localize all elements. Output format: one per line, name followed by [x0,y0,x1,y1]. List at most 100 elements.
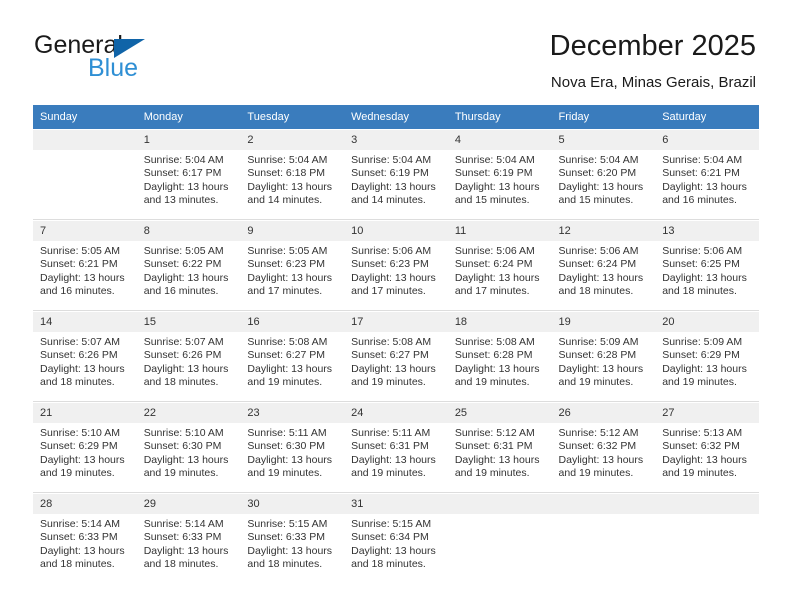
day-sun-info: Sunrise: 5:09 AM Sunset: 6:28 PM Daylight:… [552,332,656,390]
sunset-time: Sunset: 6:30 PM [247,440,326,453]
calendar-day-cell[interactable]: 24 Sunrise: 5:11 AM Sunset: 6:31 PM Dayligh… [344,401,448,493]
calendar-day-cell[interactable]: 28 Sunrise: 5:14 AM Sunset: 6:33 PM Dayligh… [33,492,137,583]
calendar-day-cell[interactable]: 15 Sunrise: 5:07 AM Sunset: 6:26 PM Dayligh… [136,310,241,402]
sunrise-time: Sunrise: 5:08 AM [351,336,432,348]
calendar-day-cell[interactable]: 18 Sunrise: 5:08 AM Sunset: 6:28 PM Dayligh… [447,310,552,402]
calendar-day-cell[interactable]: 7 Sunrise: 5:05 AM Sunset: 6:21 PM Daylight… [33,219,137,311]
day-number: 29 [136,493,241,514]
day-number: 13 [655,220,759,241]
day-sun-info: Sunrise: 5:08 AM Sunset: 6:27 PM Daylight:… [240,332,344,390]
sunrise-sunset-calendar: Sunday Monday Tuesday Wednesday Thursday Frid… [33,105,759,583]
sunset-time: Sunset: 6:24 PM [454,258,533,271]
day-number: 19 [551,311,656,332]
logo-text-blue: Blue [88,54,139,82]
sunset-time: Sunset: 6:21 PM [40,258,118,271]
daylight-duration-line2: and 18 minutes. [247,558,323,571]
calendar-week-row: 28 Sunrise: 5:14 AM Sunset: 6:33 PM Dayligh… [33,492,759,583]
calendar-day-cell[interactable]: 3 Sunrise: 5:04 AM Sunset: 6:19 PM Daylight… [344,129,448,220]
general-blue-logo[interactable]: General Blue [34,32,234,88]
calendar-day-cell[interactable]: 1 Sunrise: 5:04 AM Sunset: 6:17 PM Daylight… [136,129,241,220]
calendar-day-cell[interactable]: 11 Sunrise: 5:06 AM Sunset: 6:24 PM Dayligh… [447,219,552,311]
day-sun-info: Sunrise: 5:15 AM Sunset: 6:33 PM Daylight:… [240,514,344,572]
sunrise-time: Sunrise: 5:10 AM [143,427,224,439]
calendar-day-cell[interactable]: 5 Sunrise: 5:04 AM Sunset: 6:20 PM Daylight… [551,129,656,220]
day-number [551,493,656,514]
calendar-day-cell[interactable]: 12 Sunrise: 5:06 AM Sunset: 6:24 PM Dayligh… [551,219,656,311]
day-number: 10 [344,220,448,241]
sunset-time: Sunset: 6:32 PM [558,440,637,453]
daylight-duration-line1: Daylight: 13 hours [351,453,436,466]
daylight-duration-line2: and 17 minutes. [247,285,323,298]
sunrise-time: Sunrise: 5:09 AM [558,336,639,348]
day-sun-info: Sunrise: 5:05 AM Sunset: 6:21 PM Daylight:… [33,241,137,299]
calendar-day-cell[interactable]: 6 Sunrise: 5:04 AM Sunset: 6:21 PM Daylight… [655,129,759,220]
weekday-header-friday: Friday [551,105,656,129]
day-sun-info: Sunrise: 5:06 AM Sunset: 6:25 PM Daylight:… [655,241,759,299]
day-sun-info: Sunrise: 5:05 AM Sunset: 6:23 PM Daylight:… [240,241,344,299]
calendar-day-cell[interactable]: 27 Sunrise: 5:13 AM Sunset: 6:32 PM Dayligh… [655,401,759,493]
sunset-time: Sunset: 6:23 PM [351,258,429,271]
title-block: December 2025 Nova Era, Minas Gerais, Br… [550,28,756,92]
day-number: 5 [551,129,656,150]
calendar-day-cell[interactable]: 16 Sunrise: 5:08 AM Sunset: 6:27 PM Dayligh… [240,310,345,402]
calendar-day-cell[interactable]: 23 Sunrise: 5:11 AM Sunset: 6:30 PM Dayligh… [240,401,345,493]
calendar-day-cell[interactable]: 2 Sunrise: 5:04 AM Sunset: 6:18 PM Daylight… [240,129,345,220]
calendar-day-cell[interactable]: 26 Sunrise: 5:12 AM Sunset: 6:32 PM Dayligh… [551,401,656,493]
daylight-duration-line2: and 16 minutes. [662,194,737,207]
sunrise-time: Sunrise: 5:11 AM [351,427,431,439]
sunset-time: Sunset: 6:17 PM [143,167,222,180]
page-subtitle: Nova Era, Minas Gerais, Brazil [550,74,756,91]
daylight-duration-line2: and 19 minutes. [247,376,323,389]
sunset-time: Sunset: 6:33 PM [247,531,326,544]
daylight-duration-line2: and 19 minutes. [247,467,323,480]
calendar-day-cell[interactable]: 20 Sunrise: 5:09 AM Sunset: 6:29 PM Dayligh… [655,310,759,402]
calendar-day-cell[interactable]: 8 Sunrise: 5:05 AM Sunset: 6:22 PM Daylight… [136,219,241,311]
calendar-day-cell[interactable]: 25 Sunrise: 5:12 AM Sunset: 6:31 PM Dayligh… [447,401,552,493]
daylight-duration-line2: and 18 minutes. [40,558,115,571]
calendar-day-cell[interactable]: 10 Sunrise: 5:06 AM Sunset: 6:23 PM Dayligh… [344,219,448,311]
calendar-day-cell[interactable]: 22 Sunrise: 5:10 AM Sunset: 6:30 PM Dayligh… [136,401,241,493]
daylight-duration-line1: Daylight: 13 hours [662,271,747,284]
day-number: 11 [447,220,552,241]
day-sun-info: Sunrise: 5:07 AM Sunset: 6:26 PM Daylight:… [137,332,241,390]
daylight-duration-line1: Daylight: 13 hours [247,362,333,375]
daylight-duration-line1: Daylight: 13 hours [40,453,125,466]
sunrise-time: Sunrise: 5:05 AM [247,245,328,257]
calendar-day-cell[interactable]: 31 Sunrise: 5:15 AM Sunset: 6:34 PM Dayligh… [344,492,448,583]
sunrise-time: Sunrise: 5:05 AM [143,245,224,257]
calendar-day-cell[interactable]: 14 Sunrise: 5:07 AM Sunset: 6:26 PM Dayligh… [33,310,137,402]
sunset-time: Sunset: 6:28 PM [454,349,533,362]
calendar-day-cell[interactable]: 4 Sunrise: 5:04 AM Sunset: 6:19 PM Daylight… [447,129,552,220]
day-number: 22 [136,402,241,423]
calendar-day-cell[interactable]: 21 Sunrise: 5:10 AM Sunset: 6:29 PM Dayligh… [33,401,137,493]
daylight-duration-line2: and 19 minutes. [351,467,426,480]
sunset-time: Sunset: 6:24 PM [558,258,637,271]
daylight-duration-line1: Daylight: 13 hours [143,453,229,466]
weekday-header-wednesday: Wednesday [344,105,448,129]
day-number: 4 [447,129,552,150]
day-sun-info: Sunrise: 5:04 AM Sunset: 6:17 PM Daylight:… [137,150,241,208]
calendar-day-cell[interactable]: 13 Sunrise: 5:06 AM Sunset: 6:25 PM Dayligh… [655,219,759,311]
sunrise-time: Sunrise: 5:15 AM [351,518,432,530]
day-number: 24 [344,402,448,423]
sunset-time: Sunset: 6:27 PM [351,349,429,362]
calendar-day-cell[interactable]: 19 Sunrise: 5:09 AM Sunset: 6:28 PM Dayligh… [551,310,656,402]
calendar-day-cell[interactable]: 9 Sunrise: 5:05 AM Sunset: 6:23 PM Daylight… [240,219,345,311]
sunset-time: Sunset: 6:31 PM [454,440,533,453]
day-number: 9 [240,220,345,241]
sunset-time: Sunset: 6:32 PM [662,440,740,453]
day-number: 28 [33,493,137,514]
sunrise-time: Sunrise: 5:04 AM [454,154,535,166]
day-sun-info: Sunrise: 5:10 AM Sunset: 6:29 PM Daylight:… [33,423,137,481]
sunset-time: Sunset: 6:18 PM [247,167,326,180]
daylight-duration-line2: and 18 minutes. [143,376,219,389]
sunrise-time: Sunrise: 5:04 AM [662,154,743,166]
calendar-day-cell[interactable]: 17 Sunrise: 5:08 AM Sunset: 6:27 PM Dayligh… [344,310,448,402]
calendar-day-cell[interactable]: 30 Sunrise: 5:15 AM Sunset: 6:33 PM Dayligh… [240,492,345,583]
day-number: 21 [33,402,137,423]
calendar-day-cell[interactable]: 29 Sunrise: 5:14 AM Sunset: 6:33 PM Dayligh… [136,492,241,583]
day-number [33,129,137,150]
daylight-duration-line2: and 19 minutes. [662,467,737,480]
sunset-time: Sunset: 6:26 PM [143,349,222,362]
sunset-time: Sunset: 6:25 PM [662,258,740,271]
